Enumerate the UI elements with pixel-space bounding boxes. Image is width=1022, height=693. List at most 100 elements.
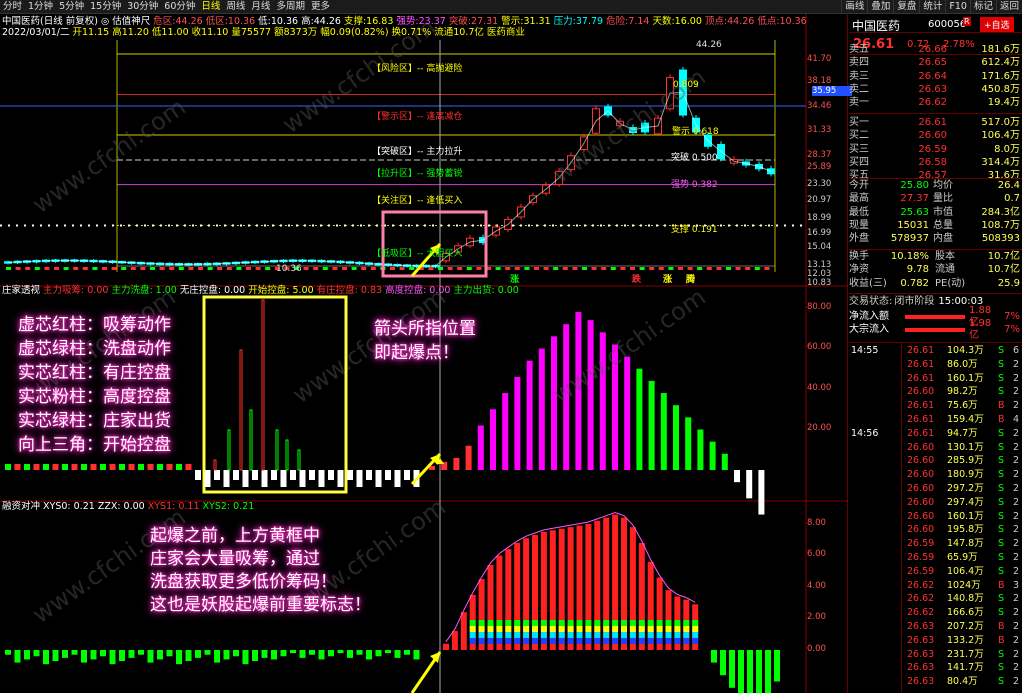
quote-title-bar: 中国医药 600056 R +自选 (849, 14, 1022, 33)
signal-strip-78 (754, 267, 760, 270)
p2-thin-bar-6 (285, 439, 289, 471)
add-favorite-button[interactable]: +自选 (980, 17, 1014, 32)
stat2-value-b: 10.7亿 (987, 264, 1020, 276)
p2-bar-28 (271, 470, 277, 480)
panel3-title: 融资对冲 (2, 501, 44, 512)
tick-count: 2 (1013, 662, 1020, 674)
level-label-0: 44.26 (696, 40, 722, 50)
arrow-note-line-0: 箭头所指位置 (374, 319, 476, 339)
p2-bar-24 (233, 470, 239, 480)
period-tab-9[interactable]: 多周期 (273, 0, 308, 13)
panel3-axis-label-0: 8.00 (807, 518, 826, 528)
bid-volume: 8.0万 (994, 143, 1020, 155)
p3-neg-bar-31 (299, 650, 306, 658)
stat-row-4: 外盘 578937 内盘 508393 (849, 233, 1022, 245)
header-value-2: 低:10.36 (258, 16, 302, 27)
tick-volume: 86.0万 (947, 358, 978, 370)
p2-thin-bar-7 (297, 449, 301, 471)
stat-value-a: 578937 (890, 233, 929, 245)
period-tab-7[interactable]: 周线 (223, 0, 248, 13)
tick-count: 2 (1013, 593, 1020, 605)
p3-neg-bar-19 (185, 650, 192, 662)
tick-price: 26.61 (907, 345, 935, 356)
ask-row-3: 卖二 26.63 450.8万 (849, 84, 1022, 96)
p2-bar-19 (185, 464, 192, 470)
period-tab-10[interactable]: 更多 (308, 0, 333, 13)
toolbar-right-item-6[interactable]: 返回 (995, 0, 1022, 13)
period-tab-0[interactable]: 分时 (0, 0, 25, 13)
p3-blue-seg-21 (629, 638, 636, 644)
p3-green-seg-19 (612, 620, 619, 626)
tick-count: 2 (1013, 427, 1020, 439)
signal-strip-51 (495, 267, 501, 270)
signal-strip-9 (92, 267, 98, 270)
signal-strip-53 (514, 267, 520, 270)
p3-yellow-seg-8 (514, 626, 521, 632)
p3-blue-seg-10 (532, 638, 538, 644)
period-tab-5[interactable]: 60分钟 (161, 0, 198, 13)
header-value-3: 高:44.26 (301, 16, 344, 27)
tick-count: 2 (1013, 372, 1020, 384)
p3-neg-bar-11 (109, 650, 116, 665)
ask-row-0: 卖五 26.66 181.6万 (849, 44, 1022, 56)
period-tab-1[interactable]: 1分钟 (25, 0, 56, 13)
tick-price: 26.60 (907, 386, 935, 398)
stat2-label-a: 收益(三) (849, 277, 887, 289)
p2-main-bar-26 (746, 470, 753, 499)
toolbar-right-item-3[interactable]: 统计 (919, 0, 945, 13)
p3-yellow-seg-28 (692, 626, 699, 632)
p3-yellow-seg-11 (540, 626, 547, 632)
toolbar-right-item-1[interactable]: 叠加 (867, 0, 893, 13)
stat-value-a: 25.63 (900, 206, 929, 218)
header-value-11: 顶点:44.26 (704, 16, 758, 27)
signal-strip-44 (428, 267, 434, 270)
p3-blue-seg-8 (514, 638, 521, 644)
period-tab-6[interactable]: 日线 (198, 0, 223, 13)
toolbar-right-item-4[interactable]: F10 (945, 0, 970, 13)
signal-strip-59 (572, 267, 578, 270)
p3-yellow-seg-23 (647, 626, 654, 632)
tick-side: S (998, 676, 1005, 688)
tick-side: S (998, 552, 1005, 563)
tick-volume: 207.2万 (947, 621, 984, 632)
period-tab-8[interactable]: 月线 (248, 0, 273, 13)
tick-row-10: 26.60 297.2万 S 2 (849, 482, 1022, 495)
signal-strip-10 (102, 267, 107, 270)
p3-neg-bar-20 (195, 650, 201, 658)
p2-bar-1 (14, 464, 21, 470)
p2-thin-bar-1 (227, 429, 231, 471)
tick-volume: 130.1万 (947, 441, 984, 453)
signal-strip-4 (44, 267, 50, 270)
toolbar-right-item-2[interactable]: 复盘 (893, 0, 919, 13)
toolbar-right-item-5[interactable]: 标记 (969, 0, 996, 13)
ask-label: 卖四 (849, 57, 869, 69)
ask-price: 26.64 (918, 70, 947, 82)
tick-count: 4 (1013, 414, 1020, 425)
ask-volume: 19.4万 (987, 97, 1020, 109)
stat-label-b: 内盘 (933, 233, 953, 245)
p3-blue-seg-19 (612, 638, 619, 644)
signal-strip-1 (15, 267, 21, 270)
toolbar-right-item-0[interactable]: 画线 (841, 0, 867, 13)
chart-stock-title: 中国医药(日线 前复权) (2, 16, 101, 27)
indicator-name: ◎ 估值神尺 (100, 16, 154, 27)
signal-strip-21 (207, 267, 213, 270)
tick-count: 2 (1013, 565, 1020, 577)
tick-row-16: 26.59 106.4万 S 2 (849, 565, 1022, 578)
stat-value-a: 15031 (897, 219, 929, 231)
period-tab-2[interactable]: 5分钟 (56, 0, 87, 13)
price-axis-label-4: 28.37 (807, 150, 832, 160)
p3-cyan-seg-5 (487, 632, 494, 638)
p2-main-bar-17 (636, 368, 643, 470)
signal-strip-7 (73, 267, 79, 270)
tick-side: S (998, 358, 1005, 370)
tick-count: 3 (1013, 579, 1020, 591)
signal-strip-71 (687, 267, 693, 270)
p3-neg-bar-34 (328, 650, 334, 657)
p3-neg-bar-36 (347, 650, 353, 658)
period-tab-4[interactable]: 30分钟 (124, 0, 161, 13)
p2-bar-8 (81, 464, 87, 470)
kline-chart-area[interactable]: www.cfchi.com www.cfchi.com www.cfchi.com w… (0, 14, 852, 693)
period-tab-3[interactable]: 15分钟 (87, 0, 124, 13)
tick-price: 26.59 (907, 565, 935, 577)
